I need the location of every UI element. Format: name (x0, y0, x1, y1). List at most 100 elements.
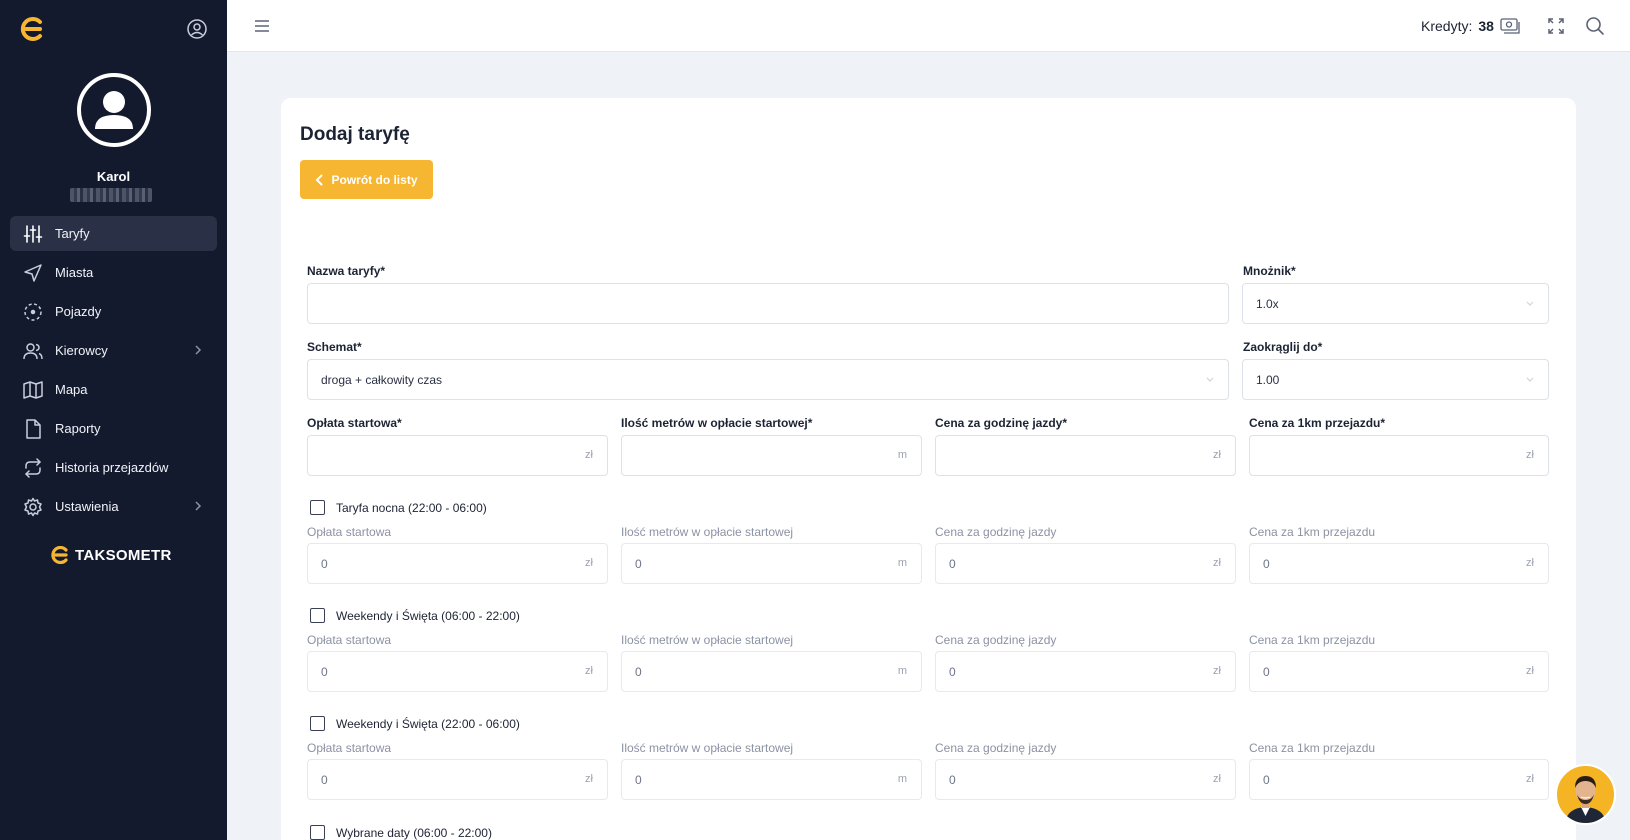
sidebar: Karol Taryfy Miasta Pojazdy Kierowcy Map… (0, 0, 227, 840)
weekend-night-start-fee-input[interactable]: 0 zł (307, 759, 608, 800)
unit-meters: m (897, 449, 907, 461)
credits-value: 38 (1478, 18, 1494, 34)
file-icon (26, 418, 41, 439)
topbar: Kredyty: 38 (227, 0, 1630, 52)
fullscreen-icon[interactable] (1547, 17, 1565, 35)
users-icon (23, 342, 43, 359)
night-hour-value: 0 (949, 556, 956, 571)
night-meters-input[interactable]: 0 m (621, 543, 922, 584)
sidebar-nav: Taryfy Miasta Pojazdy Kierowcy Mapa Rapo… (10, 216, 217, 528)
weekend-day-checkbox-row[interactable]: Weekendy i Święta (06:00 - 22:00) (310, 608, 520, 623)
brand-mark-icon (51, 546, 68, 564)
round-select[interactable]: 1.00 (1242, 359, 1549, 400)
night-start-fee-input[interactable]: 0 zł (307, 543, 608, 584)
multiplier-select[interactable]: 1.0x (1242, 283, 1549, 324)
sidebar-item-mapa[interactable]: Mapa (10, 372, 217, 407)
weekend-night-km-value: 0 (1263, 772, 1270, 787)
weekend-day-start-fee-label: Opłata startowa (307, 633, 392, 647)
chevron-down-icon (1206, 377, 1214, 382)
weekend-night-checkbox[interactable] (310, 716, 325, 731)
unit-meters: m (897, 557, 907, 569)
weekend-day-hour-input[interactable]: 0 zł (935, 651, 1236, 692)
sidebar-item-kierowcy[interactable]: Kierowcy (10, 333, 217, 368)
weekend-night-hour-value: 0 (949, 772, 956, 787)
scheme-select[interactable]: droga + całkowity czas (307, 359, 1229, 400)
unit-currency: zł (1526, 557, 1534, 569)
night-km-label: Cena za 1km przejazdu (1249, 525, 1376, 539)
sliders-icon (23, 224, 43, 243)
selected-dates-label: Wybrane daty (06:00 - 22:00) (336, 825, 492, 840)
km-price-input[interactable]: zł (1249, 435, 1549, 476)
page-title: Dodaj taryfę (300, 124, 410, 145)
weekend-night-meters-value: 0 (635, 772, 642, 787)
km-price-label: Cena za 1km przejazdu* (1249, 416, 1386, 430)
chevron-down-icon (1526, 301, 1534, 306)
night-tariff-label: Taryfa nocna (22:00 - 06:00) (336, 500, 487, 515)
back-to-list-button[interactable]: Powrót do listy (300, 160, 433, 199)
unit-meters: m (897, 665, 907, 677)
avatar[interactable] (77, 73, 151, 147)
weekend-night-km-input[interactable]: 0 zł (1249, 759, 1549, 800)
night-start-fee-label: Opłata startowa (307, 525, 392, 539)
night-hour-label: Cena za godzinę jazdy (935, 525, 1057, 539)
hour-price-input[interactable]: zł (935, 435, 1236, 476)
sidebar-item-label: Miasta (55, 265, 94, 280)
menu-icon[interactable] (253, 18, 271, 34)
weekend-day-hour-value: 0 (949, 664, 956, 679)
weekend-night-meters-input[interactable]: 0 m (621, 759, 922, 800)
sidebar-item-raporty[interactable]: Raporty (10, 411, 217, 446)
weekend-night-hour-input[interactable]: 0 zł (935, 759, 1236, 800)
sidebar-item-historia[interactable]: Historia przejazdów (10, 450, 217, 485)
start-fee-label: Opłata startowa* (307, 416, 402, 430)
sidebar-item-miasta[interactable]: Miasta (10, 255, 217, 290)
night-meters-value: 0 (635, 556, 642, 571)
user-subtitle-blurred (70, 188, 152, 202)
start-fee-input[interactable]: zł (307, 435, 608, 476)
hour-price-label: Cena za godzinę jazdy* (935, 416, 1068, 430)
selected-dates-checkbox[interactable] (310, 825, 325, 840)
chevron-left-icon (316, 173, 324, 186)
weekend-night-start-fee-value: 0 (321, 772, 328, 787)
brand-text: TAKSOMETR (75, 546, 172, 564)
night-km-value: 0 (1263, 556, 1270, 571)
weekend-night-meters-label: Ilość metrów w opłacie startowej (621, 741, 794, 755)
weekend-day-meters-input[interactable]: 0 m (621, 651, 922, 692)
unit-currency: zł (1526, 773, 1534, 785)
back-button-label: Powrót do listy (331, 172, 418, 187)
weekend-day-meters-value: 0 (635, 664, 642, 679)
multiplier-label: Mnożnik* (1243, 264, 1296, 278)
credits-label: Kredyty: (1421, 18, 1473, 34)
meters-input[interactable]: m (621, 435, 922, 476)
app-logo-icon[interactable] (18, 16, 46, 42)
user-circle-icon[interactable] (186, 18, 208, 40)
weekend-day-start-fee-input[interactable]: 0 zł (307, 651, 608, 692)
night-tariff-checkbox-row[interactable]: Taryfa nocna (22:00 - 06:00) (310, 500, 487, 515)
unit-currency: zł (1526, 665, 1534, 677)
weekend-day-km-input[interactable]: 0 zł (1249, 651, 1549, 692)
tariff-name-label: Nazwa taryfy* (307, 264, 386, 278)
unit-currency: zł (1213, 773, 1221, 785)
weekend-night-checkbox-row[interactable]: Weekendy i Święta (22:00 - 06:00) (310, 716, 520, 731)
unit-currency: zł (585, 557, 593, 569)
tariff-name-input[interactable] (307, 283, 1229, 324)
night-km-input[interactable]: 0 zł (1249, 543, 1549, 584)
weekend-day-hour-label: Cena za godzinę jazdy (935, 633, 1057, 647)
night-tariff-checkbox[interactable] (310, 500, 325, 515)
target-icon (24, 302, 42, 321)
search-icon[interactable] (1585, 16, 1605, 36)
round-label: Zaokrąglij do* (1243, 340, 1323, 354)
sidebar-item-taryfy[interactable]: Taryfy (10, 216, 217, 251)
selected-dates-checkbox-row[interactable]: Wybrane daty (06:00 - 22:00) (310, 825, 492, 840)
scheme-value: droga + całkowity czas (321, 372, 443, 387)
unit-currency: zł (585, 665, 593, 677)
weekend-day-km-value: 0 (1263, 664, 1270, 679)
support-chat-avatar[interactable] (1555, 764, 1616, 825)
sidebar-item-ustawienia[interactable]: Ustawienia (10, 489, 217, 524)
money-icon[interactable] (1500, 17, 1520, 35)
weekend-night-start-fee-label: Opłata startowa (307, 741, 392, 755)
sidebar-item-pojazdy[interactable]: Pojazdy (10, 294, 217, 329)
brand-logo: TAKSOMETR (49, 546, 172, 564)
weekend-day-checkbox[interactable] (310, 608, 325, 623)
night-hour-input[interactable]: 0 zł (935, 543, 1236, 584)
map-icon (23, 380, 43, 399)
